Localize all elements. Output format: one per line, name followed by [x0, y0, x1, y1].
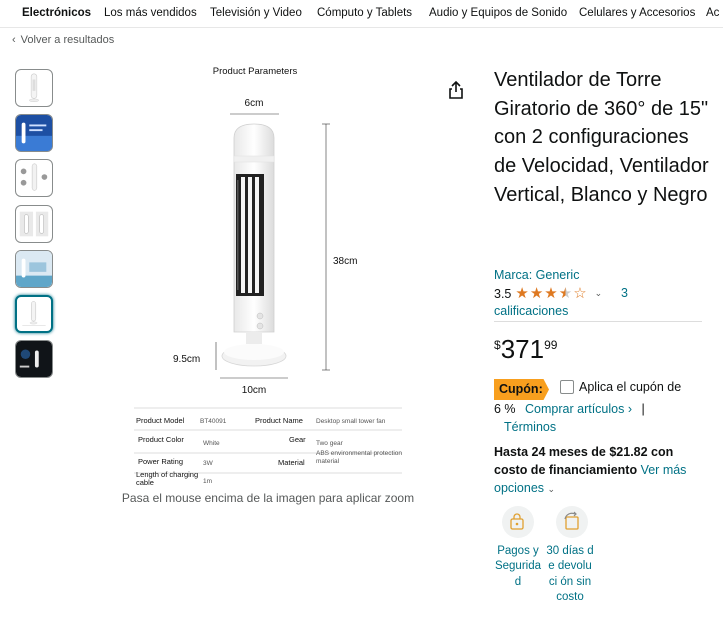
thumbnail-5[interactable] [15, 250, 53, 288]
spec-key: Product Color [138, 435, 184, 444]
main-product-image[interactable]: Product Parameters 6cm 38cm 9.5cm 10cm P… [128, 60, 418, 490]
product-title: Ventilador de Torre Giratorio de 360° de… [494, 69, 709, 206]
coupon-text: Aplica el cupón de [579, 380, 682, 394]
separator: | [641, 402, 645, 416]
spec-value: BT40091 [200, 418, 227, 425]
benefit-label-returns[interactable]: 30 días de devoluci ón sin costo [546, 544, 594, 605]
nav-item-computo[interactable]: Cómputo y Tablets [317, 7, 412, 19]
spec-value: ABS environmental protection material [316, 450, 402, 465]
category-nav: Electrónicos Los más vendidos Televisión… [0, 0, 723, 28]
nav-item-accesorios[interactable]: Ac [706, 7, 719, 19]
star-rating[interactable]: ★ ★ ★ ★ ☆ [515, 286, 586, 301]
coupon-badge: Cupón: [494, 379, 549, 400]
thumbnail-3[interactable] [15, 159, 53, 197]
nav-item-celulares[interactable]: Celulares y Accesorios [579, 7, 695, 19]
chevron-down-icon[interactable]: ⌄ [595, 288, 603, 299]
price-symbol: $ [494, 338, 501, 352]
star-icon: ☆ [573, 285, 587, 302]
spec-value: White [203, 440, 220, 447]
share-icon [449, 80, 463, 99]
star-icon: ★ [544, 285, 558, 302]
coupon-details: 6 % Comprar artículos › | [494, 402, 645, 416]
nav-item-audio[interactable]: Audio y Equipos de Sonido [429, 7, 567, 19]
spec-value: 1m [203, 478, 212, 485]
rating-row: 3.5 ★ ★ ★ ★ ☆ ⌄ [494, 286, 709, 301]
star-icon: ★ [529, 285, 544, 302]
spec-value: Two gear [316, 440, 344, 447]
white-tower-fan-thumb [29, 73, 39, 102]
brand-link[interactable]: Marca: Generic [494, 268, 579, 282]
benefit-label-payments[interactable]: Pagos y Segurida d [494, 544, 542, 590]
zoom-hint: Pasa el mouse encima de la imagen para a… [121, 491, 415, 505]
nav-item-television[interactable]: Televisión y Video [210, 7, 302, 19]
nav-item-mas-vendidos[interactable]: Los más vendidos [104, 7, 197, 19]
thumbnail-7[interactable] [15, 340, 53, 378]
spec-key: Material [278, 458, 305, 467]
terms-link[interactable]: Términos [504, 420, 556, 434]
star-icon: ★ [515, 285, 529, 302]
features-thumb [20, 163, 48, 191]
coupon-checkbox[interactable] [560, 380, 574, 394]
dim-height-label: 38cm [333, 256, 357, 267]
ratings-count: 3 [621, 286, 628, 300]
price: $ 371 99 [494, 334, 557, 364]
secure-payment-icon[interactable] [502, 506, 534, 538]
dim-base-width-label: 10cm [242, 385, 266, 396]
chevron-left-icon: ‹ [12, 34, 16, 46]
chevron-down-icon: ⌄ [547, 484, 556, 494]
spec-key: Product Model [136, 416, 185, 425]
thumbnail-4[interactable] [15, 205, 53, 243]
share-button[interactable] [446, 80, 466, 100]
spec-key: Gear [289, 435, 306, 444]
dark-scene-thumb [16, 341, 52, 377]
financing-info: Hasta 24 meses de $21.82 con costo de fi… [494, 443, 704, 498]
thumbnail-2[interactable] [15, 114, 53, 152]
shop-items-link[interactable]: Comprar artículos › [525, 402, 632, 416]
returns-icon[interactable] [556, 506, 588, 538]
image-heading: Product Parameters [213, 66, 298, 77]
star-icon: ★ [558, 285, 573, 302]
spec-key: Product Name [255, 416, 303, 425]
price-whole: 371 [500, 334, 545, 364]
product-parameters-thumb [22, 301, 46, 326]
product-parameters-image: Product Parameters 6cm 38cm 9.5cm 10cm P… [134, 66, 402, 487]
thumbnail-1[interactable] [15, 69, 53, 107]
dim-base-height-label: 9.5cm [173, 354, 200, 365]
back-link-label: Volver a resultados [20, 34, 115, 46]
dim-top-label: 6cm [245, 98, 264, 109]
spec-key: Power Rating [138, 457, 183, 466]
spec-value: Desktop small tower fan [316, 418, 386, 425]
coupon-percent: 6 % [494, 402, 516, 416]
divider [494, 321, 702, 322]
sizes-thumb [19, 211, 49, 237]
price-fraction: 99 [544, 338, 558, 352]
spec-table: Product Model BT40091 Product Name Deskt… [134, 407, 402, 487]
rating-value: 3.5 [494, 286, 512, 301]
blue-promo-thumb [16, 115, 52, 151]
ratings-label: calificaciones [494, 304, 569, 318]
spec-value: 3W [203, 460, 214, 467]
nav-item-electronicos[interactable]: Electrónicos [22, 7, 91, 19]
thumbnail-6[interactable] [15, 295, 53, 333]
spec-key: Length of charging cable [136, 471, 199, 487]
back-to-results-link[interactable]: ‹ Volver a resultados [12, 34, 114, 46]
room-scene-thumb [16, 251, 52, 287]
